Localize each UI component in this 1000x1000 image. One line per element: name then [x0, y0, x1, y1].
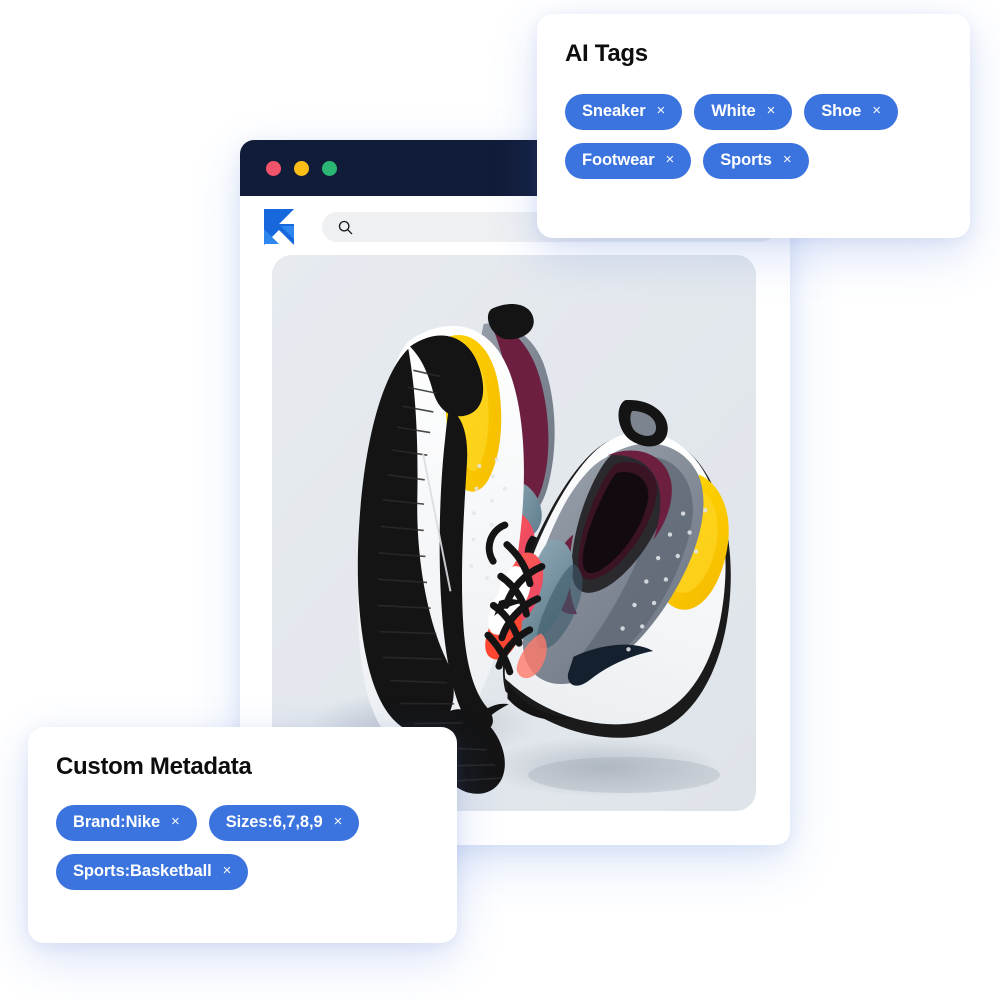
ai-tags-title: AI Tags: [565, 40, 648, 67]
ai-tags-row: Footwear × Sports ×: [565, 143, 942, 179]
ai-tags-card: AI Tags Sneaker × White × Shoe × Footwea…: [537, 14, 970, 238]
metadata-chip[interactable]: Sizes:6,7,8,9 ×: [208, 805, 360, 841]
remove-tag-icon[interactable]: ×: [767, 103, 776, 118]
ai-tag-chip[interactable]: Shoe ×: [804, 94, 898, 130]
ai-tag-chip[interactable]: Footwear ×: [565, 143, 692, 179]
remove-metadata-icon[interactable]: ×: [171, 814, 180, 829]
ai-tags-list: Sneaker × White × Shoe × Footwear × Spor…: [565, 94, 942, 179]
minimize-dot[interactable]: [294, 160, 309, 176]
metadata-chip[interactable]: Brand:Nike ×: [56, 805, 197, 841]
remove-metadata-icon[interactable]: ×: [334, 814, 343, 829]
metadata-label: Sizes:6,7,8,9: [225, 813, 323, 831]
custom-metadata-row: Sports:Basketball ×: [56, 854, 429, 890]
ai-tag-label: Footwear: [582, 151, 655, 169]
page-root: AI Tags Sneaker × White × Shoe × Footwea…: [0, 0, 1000, 1000]
metadata-label: Brand:Nike: [73, 813, 161, 831]
custom-metadata-row: Brand:Nike × Sizes:6,7,8,9 ×: [56, 805, 429, 841]
ai-tag-label: Shoe: [821, 102, 862, 120]
custom-metadata-title: Custom Metadata: [56, 753, 252, 780]
custom-metadata-list: Brand:Nike × Sizes:6,7,8,9 × Sports:Bask…: [56, 805, 429, 890]
ai-tag-chip[interactable]: Sneaker ×: [565, 94, 683, 130]
remove-tag-icon[interactable]: ×: [666, 152, 675, 167]
close-dot[interactable]: [266, 160, 281, 176]
ai-tag-label: White: [711, 102, 756, 120]
ai-tag-chip[interactable]: Sports ×: [703, 143, 809, 179]
ai-tag-chip[interactable]: White ×: [694, 94, 793, 130]
remove-tag-icon[interactable]: ×: [872, 103, 881, 118]
metadata-chip[interactable]: Sports:Basketball ×: [56, 854, 249, 890]
remove-tag-icon[interactable]: ×: [657, 103, 666, 118]
ai-tag-label: Sneaker: [582, 102, 646, 120]
imagekit-logo[interactable]: [240, 207, 296, 247]
ai-tags-row: Sneaker × White × Shoe ×: [565, 94, 942, 130]
metadata-label: Sports:Basketball: [73, 862, 212, 880]
custom-metadata-card: Custom Metadata Brand:Nike × Sizes:6,7,8…: [28, 727, 457, 943]
remove-metadata-icon[interactable]: ×: [223, 863, 232, 878]
ai-tag-label: Sports: [720, 151, 772, 169]
search-icon: [338, 220, 353, 234]
remove-tag-icon[interactable]: ×: [783, 152, 792, 167]
maximize-dot[interactable]: [322, 160, 337, 176]
